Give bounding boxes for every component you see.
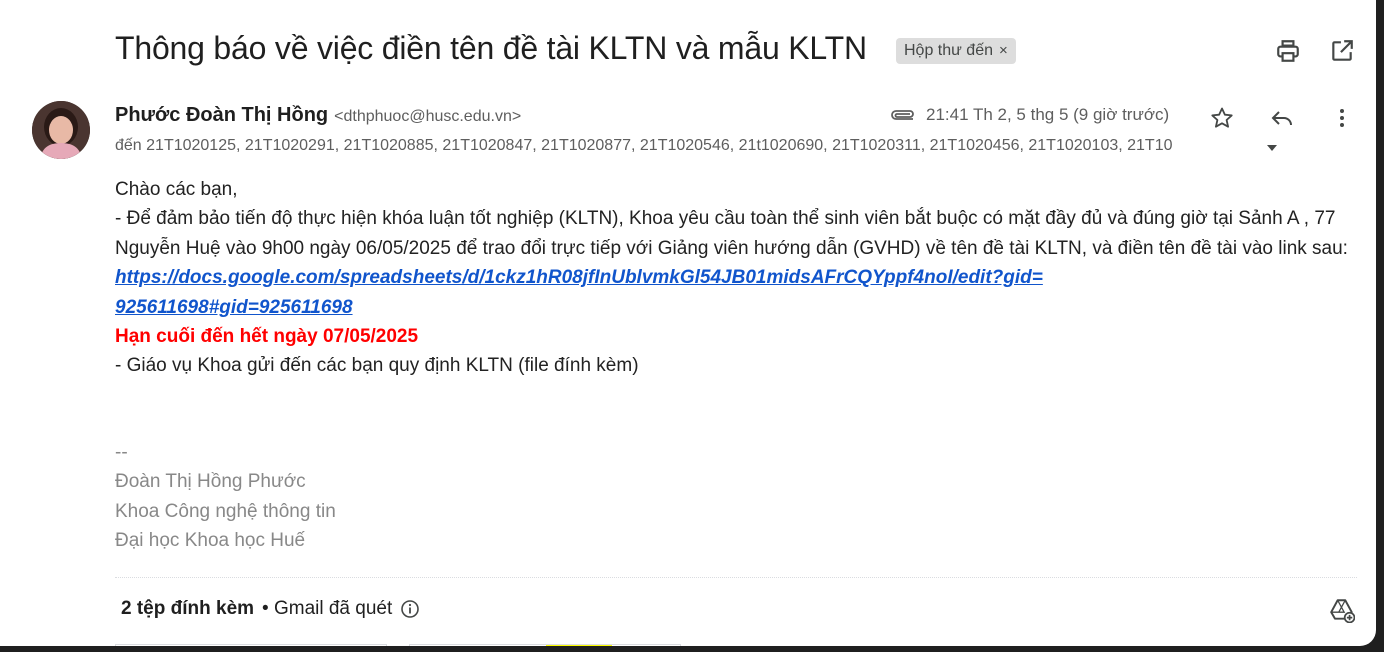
spreadsheet-link[interactable]: https://docs.google.com/spreadsheets/d/1… bbox=[115, 267, 1043, 317]
signature-name: Đoàn Thị Hồng Phước bbox=[115, 471, 306, 493]
remove-label-button[interactable]: × bbox=[999, 38, 1008, 64]
avatar-photo bbox=[32, 101, 90, 159]
more-options-button[interactable] bbox=[1326, 102, 1358, 134]
open-in-new-icon bbox=[1332, 40, 1353, 61]
reply-icon bbox=[1271, 111, 1292, 126]
deadline-notice: Hạn cuối đến hết ngày 07/05/2025 bbox=[115, 326, 419, 348]
recipients-line: đến 21T1020125, 21T1020291, 21T1020885, … bbox=[115, 137, 1173, 154]
sender-line: Phước Đoàn Thị Hồng <dthphuoc@husc.edu.v… bbox=[115, 104, 521, 127]
add-all-to-drive-button[interactable] bbox=[1326, 594, 1358, 626]
message-timestamp: 21:41 Th 2, 5 thg 5 (9 giờ trước) bbox=[926, 105, 1170, 124]
link-part-1: https://docs.google.com/spreadsheets/d/1… bbox=[115, 267, 1043, 289]
paperclip-icon bbox=[891, 110, 914, 120]
signature-org: Đại học Khoa học Huế bbox=[115, 530, 306, 552]
email-subject: Thông báo về việc điền tên đề tài KLTN v… bbox=[115, 30, 867, 66]
print-icon bbox=[1277, 40, 1299, 62]
reply-button[interactable] bbox=[1266, 102, 1298, 134]
star-icon bbox=[1211, 107, 1233, 128]
message-body: Chào các bạn, - Để đảm bảo tiến độ thực … bbox=[115, 175, 1355, 381]
attachment-thumbnail[interactable] bbox=[409, 644, 681, 646]
print-button[interactable] bbox=[1272, 35, 1304, 67]
message-meta: 21:41 Th 2, 5 thg 5 (9 giờ trước) bbox=[888, 105, 1169, 125]
attachment-thumbnail[interactable] bbox=[115, 644, 387, 646]
attachments-divider bbox=[115, 577, 1357, 578]
email-view: Thông báo về việc điền tên đề tài KLTN v… bbox=[0, 0, 1376, 646]
add-to-drive-icon bbox=[1330, 599, 1355, 623]
body-paragraph: - Để đảm bảo tiến độ thực hiện khóa luận… bbox=[115, 204, 1355, 322]
thumbnail-highlight bbox=[546, 645, 612, 646]
label-text: Hộp thư đến bbox=[904, 42, 993, 59]
inbox-label-chip[interactable]: Hộp thư đến × bbox=[896, 38, 1016, 64]
attachments-scan-status: • Gmail đã quét bbox=[262, 598, 393, 619]
attachments-header: 2 tệp đính kèm • Gmail đã quét bbox=[121, 598, 420, 620]
body-paragraph-text: - Để đảm bảo tiến độ thực hiện khóa luận… bbox=[115, 208, 1348, 259]
star-button[interactable] bbox=[1206, 102, 1238, 134]
signature: -- Đoàn Thị Hồng Phước Khoa Công nghệ th… bbox=[115, 438, 336, 556]
show-details-button[interactable] bbox=[1264, 140, 1280, 156]
sender-email: <dthphuoc@husc.edu.vn> bbox=[334, 108, 522, 125]
greeting: Chào các bạn, bbox=[115, 179, 238, 200]
link-part-2: 925611698#gid=925611698 bbox=[115, 296, 353, 318]
caret-down-icon bbox=[1267, 145, 1277, 151]
attachment-notice: - Giáo vụ Khoa gửi đến các bạn quy định … bbox=[115, 355, 639, 377]
sender-name[interactable]: Phước Đoàn Thị Hồng bbox=[115, 104, 328, 127]
info-icon[interactable] bbox=[400, 599, 420, 619]
more-vert-icon bbox=[1340, 109, 1344, 127]
signature-dept: Khoa Công nghệ thông tin bbox=[115, 500, 336, 522]
open-in-new-window-button[interactable] bbox=[1326, 35, 1358, 67]
attachments-count: 2 tệp đính kèm bbox=[121, 598, 255, 619]
signature-separator: -- bbox=[115, 442, 128, 463]
sender-avatar[interactable] bbox=[32, 101, 90, 159]
